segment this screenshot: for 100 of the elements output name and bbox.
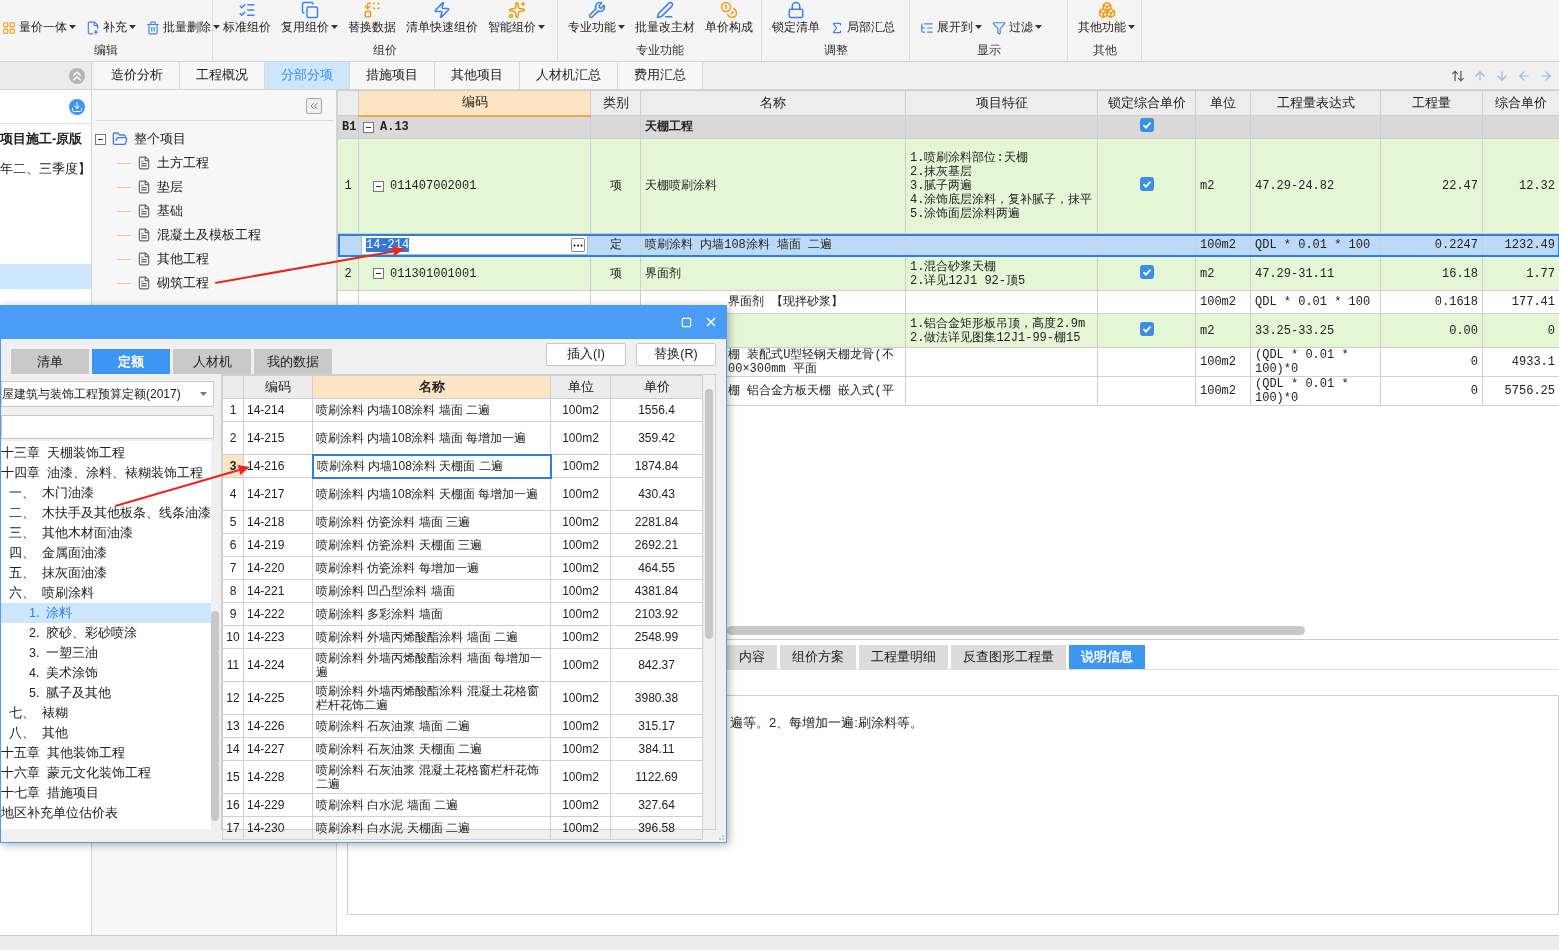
collapse-button[interactable]: [306, 98, 322, 114]
checkbox[interactable]: [1139, 321, 1154, 336]
resize-grip-icon[interactable]: [716, 832, 724, 840]
column-header[interactable]: 编码: [358, 90, 591, 116]
arrow-down-icon[interactable]: [1495, 68, 1509, 83]
search-field[interactable]: [1, 415, 214, 439]
collapse-up-icon[interactable]: [69, 67, 85, 84]
ribbon-button[interactable]: 补充: [84, 19, 138, 37]
library-dropdown[interactable]: 屋建筑与装饰工程预算定额(2017): [1, 381, 214, 407]
tree-item[interactable]: 砌筑工程: [95, 271, 333, 295]
panel-tab[interactable]: 内容: [727, 645, 777, 669]
more-button[interactable]: [571, 238, 585, 252]
tree-item[interactable]: 基础: [95, 199, 333, 223]
collapse-icon[interactable]: [95, 133, 106, 145]
column-header[interactable]: 工程量表达式: [1250, 90, 1381, 116]
table-row[interactable]: 3 14-216 喷刷涂料 内墙108涂料 天棚面 二遍 100m2 1874.84: [222, 454, 703, 478]
ribbon-button[interactable]: 单价构成: [703, 1, 755, 37]
ribbon-button[interactable]: 过滤: [990, 19, 1044, 37]
checkbox[interactable]: [1139, 264, 1154, 279]
tree-item[interactable]: 六、 喷刷涂料: [1, 583, 211, 603]
ribbon-button[interactable]: 锁定清单: [770, 1, 822, 37]
table-row[interactable]: 16 14-229 喷刷涂料 白水泥 墙面 二遍 100m2 327.64: [222, 793, 703, 817]
tree-item[interactable]: 整个项目: [95, 127, 333, 151]
tree-item[interactable]: 混凝土及模板工程: [95, 223, 333, 247]
tree-item[interactable]: 三、 其他木材面油漆: [1, 523, 211, 543]
tree-item[interactable]: 地区补充单位估价表: [1, 803, 211, 823]
ribbon-button[interactable]: 展开到: [918, 19, 984, 37]
column-header[interactable]: 类别: [590, 90, 641, 116]
tree-item[interactable]: 垫层: [95, 175, 333, 199]
table-row[interactable]: 1 14-214 喷刷涂料 内墙108涂料 墙面 二遍 100m2 1556.4: [222, 398, 703, 422]
scrollbar[interactable]: [727, 626, 1305, 635]
dialog-tab[interactable]: 我的数据: [254, 349, 332, 374]
tree-item[interactable]: 4. 美术涂饰: [1, 663, 211, 683]
table-row[interactable]: 14-214 定 喷刷涂料 内墙108涂料 墙面 二遍 100m2 QDL * 0.01 * 100 0.2247 1232.49: [337, 233, 1559, 257]
column-header[interactable]: 名称: [312, 375, 551, 399]
main-tab[interactable]: 措施项目: [350, 62, 435, 89]
dialog-button[interactable]: 替换(R): [636, 342, 716, 366]
tree-item[interactable]: 五、 抹灰面油漆: [1, 563, 211, 583]
tree-item[interactable]: 十三章 天棚装饰工程: [1, 443, 211, 463]
column-header[interactable]: 编码: [243, 375, 313, 399]
tree-item[interactable]: 四、 金属面油漆: [1, 543, 211, 563]
ribbon-button[interactable]: 清单快速组价: [404, 1, 480, 37]
ribbon-button[interactable]: 批量删除: [144, 19, 222, 37]
table-row[interactable]: 7 14-220 喷刷涂料 仿瓷涂料 每增加一遍 100m2 464.55: [222, 556, 703, 580]
table-row[interactable]: 13 14-226 喷刷涂料 石灰油浆 墙面 二遍 100m2 315.17: [222, 714, 703, 738]
tree-item[interactable]: 八、 其他: [1, 723, 211, 743]
table-row[interactable]: 11 14-224 喷刷涂料 外墙丙烯酸酯涂料 墙面 每增加一遍 100m2 842.37: [222, 648, 703, 682]
code-input[interactable]: 14-214: [361, 235, 588, 255]
panel-tab[interactable]: 组价方案: [780, 645, 856, 669]
table-row[interactable]: 9 14-222 喷刷涂料 多彩涂料 墙面 100m2 2103.92: [222, 602, 703, 626]
scrollbar[interactable]: [703, 375, 715, 829]
collapse-icon[interactable]: [373, 180, 384, 192]
ribbon-button[interactable]: 量价一体: [0, 19, 78, 37]
column-header[interactable]: 综合单价: [1482, 90, 1559, 116]
main-tab[interactable]: 人材机汇总: [520, 62, 618, 89]
ribbon-button[interactable]: 其他功能: [1076, 1, 1137, 37]
ribbon-button[interactable]: 智能组价: [486, 1, 547, 37]
collapse-icon[interactable]: [373, 268, 384, 279]
ribbon-button[interactable]: 局部汇总: [828, 19, 897, 37]
tree-item[interactable]: 七、 裱糊: [1, 703, 211, 723]
tree-item[interactable]: 土方工程: [95, 151, 333, 175]
arrow-up-icon[interactable]: [1473, 68, 1487, 83]
tree-item[interactable]: 十七章 措施项目: [1, 783, 211, 803]
tree-item[interactable]: 一、 木门油漆: [1, 483, 211, 503]
ribbon-button[interactable]: 替换数据: [346, 1, 398, 37]
tree-item[interactable]: 十五章 其他装饰工程: [1, 743, 211, 763]
table-row[interactable]: 8 14-221 喷刷涂料 凹凸型涂料 墙面 100m2 4381.84: [222, 579, 703, 603]
table-row[interactable]: 12 14-225 喷刷涂料 外墙丙烯酸酯涂料 混凝土花格窗栏杆花饰二遍 100m2 3980.38: [222, 681, 703, 715]
table-row[interactable]: 6 14-219 喷刷涂料 仿瓷涂料 天棚面 三遍 100m2 2692.21: [222, 533, 703, 557]
tree-item[interactable]: 3. 一塑三油: [1, 643, 211, 663]
column-header[interactable]: 单价: [610, 375, 703, 399]
table-row[interactable]: B1 A.13 天棚工程: [337, 115, 1559, 139]
maximize-icon[interactable]: [681, 316, 692, 328]
table-row[interactable]: 14 14-227 喷刷涂料 石灰油浆 天棚面 二遍 100m2 384.11: [222, 737, 703, 761]
panel-tab[interactable]: 工程量明细: [859, 645, 948, 669]
tree-item[interactable]: 十四章 油漆、涂料、裱糊装饰工程: [1, 463, 211, 483]
table-row[interactable]: 5 14-218 喷刷涂料 仿瓷涂料 墙面 三遍 100m2 2281.84: [222, 510, 703, 534]
tree-item[interactable]: 其他工程: [95, 247, 333, 271]
table-row[interactable]: 10 14-223 喷刷涂料 外墙丙烯酸酯涂料 墙面 二遍 100m2 2548.99: [222, 625, 703, 649]
tree-item[interactable]: 十六章 蒙元文化装饰工程: [1, 763, 211, 783]
collapse-icon[interactable]: [363, 121, 374, 133]
table-row[interactable]: 2 011301001001 项 界面剂 1.混合砂浆天棚 2.详见12J1 92-顶5 m2 47.29-31.11 16.18 1.77: [337, 256, 1559, 291]
sort-icon[interactable]: [1451, 68, 1465, 83]
main-tab[interactable]: 工程概况: [180, 62, 265, 89]
ribbon-button[interactable]: 专业功能: [566, 1, 627, 37]
table-row[interactable]: 15 14-228 喷刷涂料 石灰油浆 混凝土花格窗栏杆花饰二遍 100m2 1122.69: [222, 760, 703, 794]
checkbox[interactable]: [1139, 118, 1154, 132]
tree-item[interactable]: 二、 木扶手及其他板条、线条油漆: [1, 503, 211, 523]
main-tab[interactable]: 其他项目: [435, 62, 520, 89]
main-tab[interactable]: 造价分析: [95, 62, 180, 89]
column-header[interactable]: 单位: [550, 375, 611, 399]
dialog-button[interactable]: 插入(I): [546, 342, 626, 366]
download-icon[interactable]: [69, 98, 85, 115]
column-header[interactable]: 单位: [1195, 90, 1251, 116]
ribbon-button[interactable]: 标准组价: [221, 1, 273, 37]
column-header[interactable]: 名称: [640, 90, 906, 116]
panel-tab[interactable]: 反查图形工程量: [951, 645, 1066, 669]
column-header[interactable]: 锁定综合单价: [1097, 90, 1196, 116]
ribbon-button[interactable]: 复用组价: [279, 1, 340, 37]
tree-item[interactable]: 5. 腻子及其他: [1, 683, 211, 703]
